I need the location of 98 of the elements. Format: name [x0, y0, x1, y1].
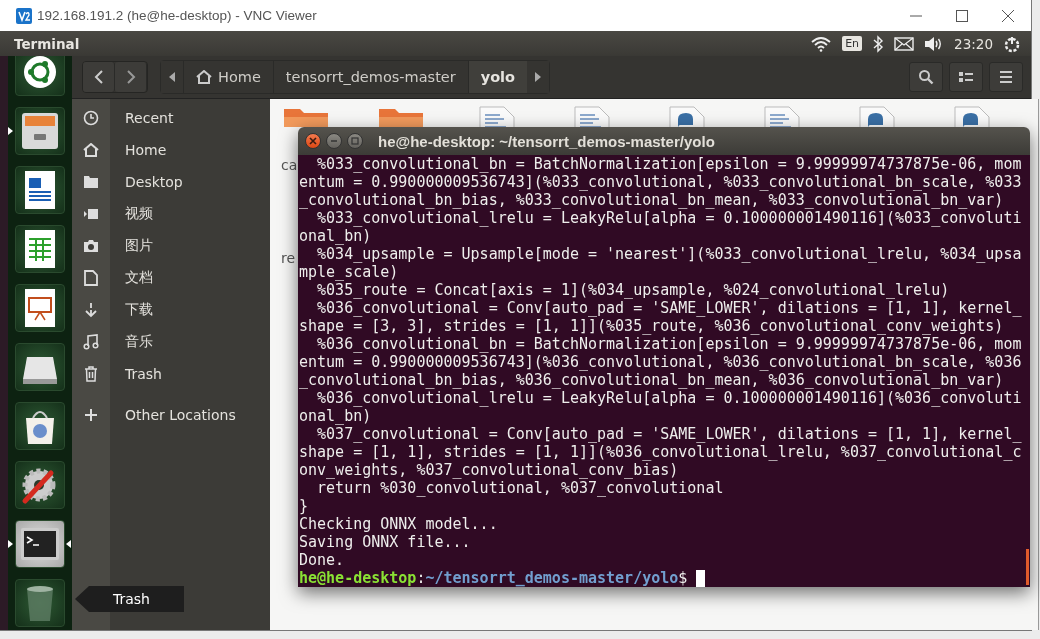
terminal-output-line: Done.: [299, 551, 345, 569]
sidebar-item[interactable]: 音乐: [72, 326, 270, 358]
trash-icon: [84, 366, 98, 382]
music-icon: [83, 334, 99, 350]
terminal-output-line: return %030_convolutional, %037_convolutional: [316, 479, 724, 497]
launcher-icon[interactable]: [15, 461, 65, 509]
terminal-output-line: onal_bn): [299, 407, 372, 425]
mail-icon[interactable]: [894, 36, 915, 51]
vnc-logo-icon: [16, 7, 32, 24]
text-file-icon[interactable]: [571, 105, 611, 127]
launcher-icon[interactable]: [15, 166, 65, 214]
launcher-tooltip: Trash: [75, 586, 184, 612]
terminal-output-line: _convolutional_bn_bias, %036_convolutional_bn_mean, %036_convolutional_bn_var): [299, 371, 1004, 389]
download-icon: [84, 302, 98, 318]
close-button[interactable]: [305, 133, 321, 149]
triangle-left-icon: [169, 72, 175, 82]
python-file-icon[interactable]: [666, 105, 706, 127]
chevron-right-icon: [125, 70, 136, 84]
minimize-button[interactable]: [326, 133, 342, 149]
python-file-icon[interactable]: [856, 105, 896, 127]
terminal-output-line: mple_scale): [299, 263, 399, 281]
terminal-output-line: onal_bn): [299, 227, 372, 245]
terminal-output-line: %037_convolutional = Conv[auto_pad = 'SAME_LOWER', dilations = [1, 1], kernel_: [316, 425, 1022, 443]
document-icon: [84, 270, 98, 286]
menu-icon: [998, 70, 1014, 84]
terminal-output-line: Saving ONNX file...: [299, 533, 471, 551]
breadcrumb[interactable]: yolo: [467, 61, 528, 93]
terminal-output-line: %033_convolutional_bn = BatchNormalization[epsilon = 9.99999974737875e-06, mom: [316, 155, 1022, 173]
minimize-icon: [909, 14, 923, 17]
file-name[interactable]: re: [278, 250, 296, 266]
forward-button[interactable]: [115, 62, 147, 92]
maximize-icon: [955, 8, 969, 23]
maximize-icon: [351, 137, 359, 145]
terminal-output-line: %035_route = Concat[axis = 1](%034_upsample, %024_convolutional_lrelu): [316, 281, 950, 299]
bluetooth-icon[interactable]: [872, 34, 885, 53]
launcher-icon[interactable]: [15, 56, 65, 96]
menu-button[interactable]: [989, 62, 1023, 92]
scrollbar-thumb[interactable]: [1026, 549, 1029, 585]
sidebar-item[interactable]: 下载: [72, 294, 270, 326]
terminal-output-line: %034_upsample = Upsample[mode = 'nearest'](%033_convolutional_lrelu, %034_upsa: [316, 245, 1022, 263]
sidebar-item[interactable]: 图片: [72, 230, 270, 262]
launcher-icon[interactable]: [15, 520, 65, 568]
text-file-icon[interactable]: [476, 105, 516, 127]
power-icon[interactable]: [1003, 34, 1021, 53]
terminal-output-line: }: [299, 497, 309, 515]
close-icon: [309, 137, 317, 145]
list-view-icon: [958, 70, 974, 84]
text-cursor: [696, 569, 706, 587]
launcher-icon[interactable]: [15, 107, 65, 155]
close-icon: [1001, 8, 1015, 23]
terminal-output-line: _convolutional_bn_bias, %033_convolutional_bn_mean, %033_convolutional_bn_var): [299, 191, 1004, 209]
terminal-output-line: %036_convolutional = Conv[auto_pad = 'SAME_LOWER', dilations = [1, 1], kernel_: [316, 299, 1022, 317]
terminal-output-line: entum = 0.990000009536743](%033_convolutional, %033_convolutional_bn_scale, %033: [299, 173, 1022, 191]
terminal-output-line: shape = [1, 1], strides = [1, 1]](%036_convolutional_lrelu, %037_convolutional_c: [299, 443, 1022, 461]
clock[interactable]: 23:20: [954, 35, 993, 52]
launcher-icon[interactable]: [15, 343, 65, 391]
view-options-button[interactable]: [949, 62, 983, 92]
keyboard-layout-indicator[interactable]: En: [842, 36, 863, 51]
camera-icon: [83, 239, 99, 253]
text-file-icon[interactable]: [761, 105, 801, 127]
folder-icon: [83, 175, 99, 189]
sidebar-item[interactable]: Desktop: [72, 166, 270, 198]
shell-prompt: he@he-desktop:~/tensorrt_demos-master/yolo$: [299, 569, 688, 587]
sidebar-item[interactable]: Trash: [72, 358, 270, 390]
file-name[interactable]: ca: [278, 157, 298, 173]
back-button[interactable]: [83, 62, 115, 92]
plus-icon: [85, 409, 97, 421]
sidebar-item[interactable]: Recent: [72, 102, 270, 134]
terminal-output-line: %036_convolutional_lrelu = LeakyRelu[alpha = 0.100000001490116](%036_convoluti: [316, 389, 1022, 407]
home-icon: [83, 143, 99, 157]
search-icon: [918, 69, 934, 85]
launcher-icon[interactable]: [15, 284, 65, 332]
terminal-output-line: %033_convolutional_lrelu = LeakyRelu[alpha = 0.100000001490116](%033_convoluti: [316, 209, 1022, 227]
sidebar-item[interactable]: Other Locations: [72, 399, 270, 431]
sidebar-item[interactable]: 视频: [72, 198, 270, 230]
search-button[interactable]: [909, 62, 943, 92]
terminal-output-line: onv_weights, %037_convolutional_conv_bias): [299, 461, 679, 479]
chevron-left-icon: [93, 70, 104, 84]
video-icon: [83, 208, 99, 220]
python-file-icon[interactable]: [951, 105, 991, 127]
maximize-button[interactable]: [347, 133, 363, 149]
terminal-output-line: entum = 0.990000009536743](%036_convolutional, %036_convolutional_bn_scale, %036: [299, 353, 1022, 371]
window-title: 192.168.191.2 (he@he-desktop) - VNC Viewer: [37, 8, 317, 23]
minimize-icon: [330, 137, 338, 145]
home-icon: [196, 70, 212, 84]
wifi-icon[interactable]: [810, 35, 833, 52]
launcher-icon[interactable]: [15, 402, 65, 450]
sidebar-item[interactable]: 文档: [72, 262, 270, 294]
terminal-output-line: %036_convolutional_bn = BatchNormalization[epsilon = 9.99999974737875e-06, mom: [316, 335, 1022, 353]
terminal-output-line: Checking ONNX model...: [299, 515, 498, 533]
launcher-icon[interactable]: [15, 579, 65, 627]
triangle-right-icon: [535, 72, 542, 82]
launcher-icon[interactable]: [15, 225, 65, 273]
terminal-output-line: shape = [3, 3], strides = [1, 1]](%035_route, %036_convolutional_conv_weights): [299, 317, 1004, 335]
sidebar-item[interactable]: Home: [72, 134, 270, 166]
terminal-title: he@he-desktop: ~/tensorrt_demos-master/yolo: [378, 132, 715, 150]
app-name: Terminal: [14, 35, 80, 52]
clock-icon: [83, 110, 99, 126]
